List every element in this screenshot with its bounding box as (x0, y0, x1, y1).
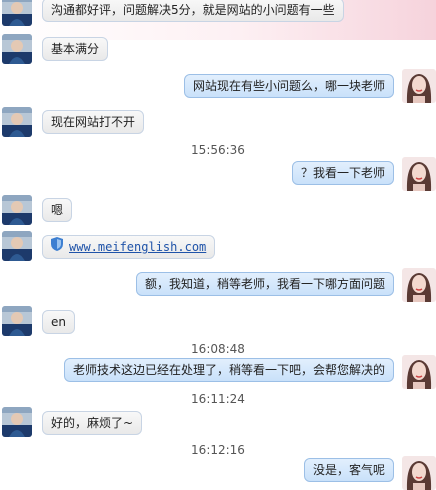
agent-avatar[interactable] (402, 355, 436, 389)
chat-message-customer: en (0, 306, 436, 336)
agent-avatar[interactable] (402, 268, 436, 302)
agent-avatar[interactable] (402, 69, 436, 103)
chat-message-customer: 沟通都好评，问题解决5分，就是网站的小问题有一些 (0, 0, 436, 30)
customer-avatar[interactable] (2, 107, 32, 137)
message-bubble: en (42, 310, 75, 334)
chat-message-agent: 网站现在有些小问题么，哪一块老师 (0, 69, 436, 103)
customer-avatar[interactable] (2, 306, 32, 336)
agent-avatar[interactable] (402, 157, 436, 191)
message-bubble: 老师技术这边已经在处理了，稍等看一下吧，会帮您解决的 (63, 358, 394, 382)
chat-message-agent: 额，我知道，稍等老师，我看一下哪方面问题 (0, 268, 436, 302)
customer-avatar[interactable] (2, 195, 32, 225)
customer-avatar[interactable] (2, 0, 32, 26)
chat-message-agent: 没是，客气呢 (0, 456, 436, 490)
message-bubble: 沟通都好评，问题解决5分，就是网站的小问题有一些 (42, 0, 344, 22)
shield-icon (51, 236, 63, 258)
timestamp: 15:56:36 (191, 143, 245, 157)
timestamp: 16:12:16 (191, 443, 245, 457)
message-bubble: ？我看一下老师 (291, 161, 394, 185)
message-bubble: 好的，麻烦了~ (42, 411, 143, 435)
website-link[interactable]: www.meifenglish.com (69, 240, 206, 254)
chat-message-customer: 基本满分 (0, 34, 436, 64)
timestamp: 16:08:48 (191, 342, 245, 356)
message-bubble: 额，我知道，稍等老师，我看一下哪方面问题 (135, 272, 394, 296)
message-bubble: www.meifenglish.com (42, 235, 216, 259)
customer-avatar[interactable] (2, 231, 32, 261)
chat-message-customer: 好的，麻烦了~ (0, 407, 436, 437)
message-bubble: 没是，客气呢 (303, 458, 394, 482)
chat-message-customer: 现在网站打不开 (0, 107, 436, 137)
message-bubble: 嗯 (42, 198, 73, 222)
timestamp: 16:11:24 (191, 392, 245, 406)
chat-message-agent: 老师技术这边已经在处理了，稍等看一下吧，会帮您解决的 (0, 355, 436, 389)
customer-avatar[interactable] (2, 34, 32, 64)
chat-message-customer: www.meifenglish.com (0, 231, 436, 261)
message-bubble: 现在网站打不开 (42, 110, 145, 134)
customer-avatar[interactable] (2, 407, 32, 437)
message-bubble: 基本满分 (42, 37, 109, 61)
chat-message-customer: 嗯 (0, 195, 436, 225)
chat-message-agent: ？我看一下老师 (0, 157, 436, 191)
message-bubble: 网站现在有些小问题么，哪一块老师 (183, 74, 394, 98)
agent-avatar[interactable] (402, 456, 436, 490)
